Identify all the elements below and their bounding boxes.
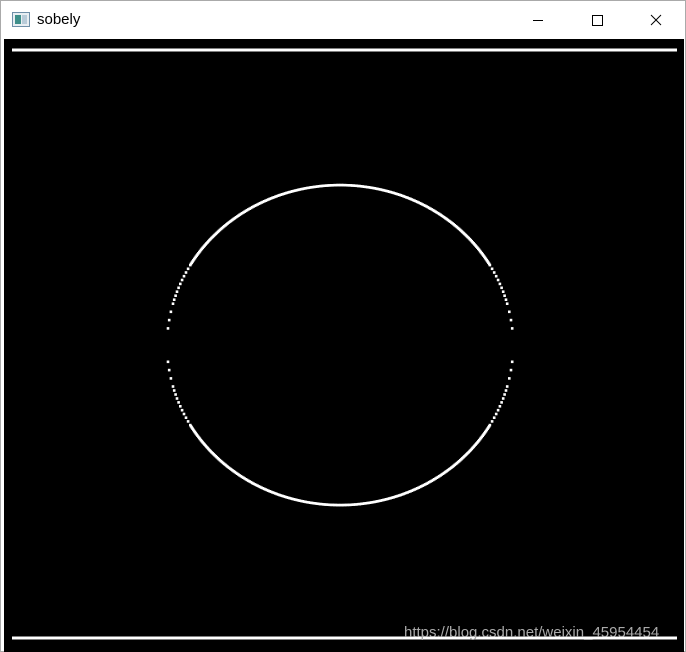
edge-pixel bbox=[490, 267, 494, 271]
edge-pixel bbox=[500, 401, 503, 404]
edge-pixel bbox=[172, 389, 176, 392]
edge-pixel bbox=[509, 318, 513, 322]
edge-pixel bbox=[494, 274, 498, 278]
edge-pixel bbox=[508, 310, 511, 314]
app-window-icon bbox=[12, 12, 30, 27]
circle-outline bbox=[166, 183, 514, 507]
edge-pixel bbox=[166, 327, 170, 330]
edge-pixel bbox=[494, 412, 498, 416]
edge-pixel bbox=[186, 267, 190, 271]
edge-pixel bbox=[184, 271, 188, 274]
edge-pixel bbox=[504, 298, 508, 301]
edge-pixel bbox=[503, 393, 506, 396]
edge-pixel bbox=[492, 416, 496, 419]
image-canvas: https://blog.csdn.net/weixin_45954454 bbox=[4, 39, 684, 652]
edge-pixel bbox=[496, 278, 500, 282]
edge-pixel bbox=[169, 310, 173, 314]
edge-pixel bbox=[500, 286, 503, 290]
edge-pixel bbox=[490, 420, 494, 423]
maximize-button[interactable] bbox=[574, 1, 620, 39]
edge-pixel bbox=[172, 298, 176, 301]
close-button[interactable] bbox=[633, 1, 679, 39]
edge-pixel bbox=[174, 294, 177, 297]
maximize-icon bbox=[592, 15, 603, 26]
edge-pixel bbox=[492, 271, 496, 274]
edge-pixel bbox=[510, 327, 514, 330]
edge-pixel bbox=[510, 360, 514, 364]
edge-pixel bbox=[501, 397, 505, 400]
edge-pixel bbox=[508, 377, 511, 380]
edge-pixel bbox=[177, 401, 180, 404]
edge-pixel bbox=[167, 368, 171, 372]
edge-pixel bbox=[167, 318, 171, 322]
edge-pixel bbox=[179, 282, 182, 286]
edge-pixel bbox=[503, 294, 506, 297]
minimize-icon bbox=[533, 20, 543, 21]
edge-pixel bbox=[504, 389, 508, 392]
edge-pixel bbox=[169, 377, 173, 380]
image-window: sobely https://blog.csdn.net/weixin_4595… bbox=[0, 0, 686, 652]
edge-pixel bbox=[488, 263, 492, 267]
edge-pixel bbox=[509, 368, 513, 372]
title-bar[interactable]: sobely bbox=[1, 1, 685, 39]
edge-pixel bbox=[182, 412, 186, 416]
edge-pixel bbox=[179, 405, 182, 408]
edge-pixel bbox=[184, 416, 188, 419]
edge-pixel bbox=[498, 405, 502, 408]
edge-pixel bbox=[175, 290, 179, 293]
edge-pixel bbox=[166, 360, 170, 364]
edge-pixel bbox=[182, 274, 186, 278]
close-icon bbox=[650, 14, 662, 26]
edge-pixel bbox=[171, 302, 175, 305]
minimize-button[interactable] bbox=[515, 1, 561, 39]
edge-pixel bbox=[180, 278, 184, 282]
edge-pixel bbox=[186, 420, 190, 423]
edge-pixel bbox=[171, 385, 175, 388]
edge-pixel bbox=[505, 302, 509, 305]
edge-pixel bbox=[177, 286, 180, 290]
edge-pixel bbox=[175, 397, 179, 400]
edge-pixel bbox=[505, 385, 509, 388]
watermark-text: https://blog.csdn.net/weixin_45954454 bbox=[404, 624, 660, 641]
window-title: sobely bbox=[37, 11, 81, 28]
edge-pixel bbox=[180, 408, 184, 412]
edge-pixel bbox=[174, 393, 177, 396]
edge-pixel bbox=[501, 290, 505, 293]
edge-pixel bbox=[498, 282, 502, 286]
edge-pixel bbox=[496, 408, 500, 412]
sobel-edge-image bbox=[12, 48, 677, 640]
edge-pixel bbox=[189, 423, 192, 427]
